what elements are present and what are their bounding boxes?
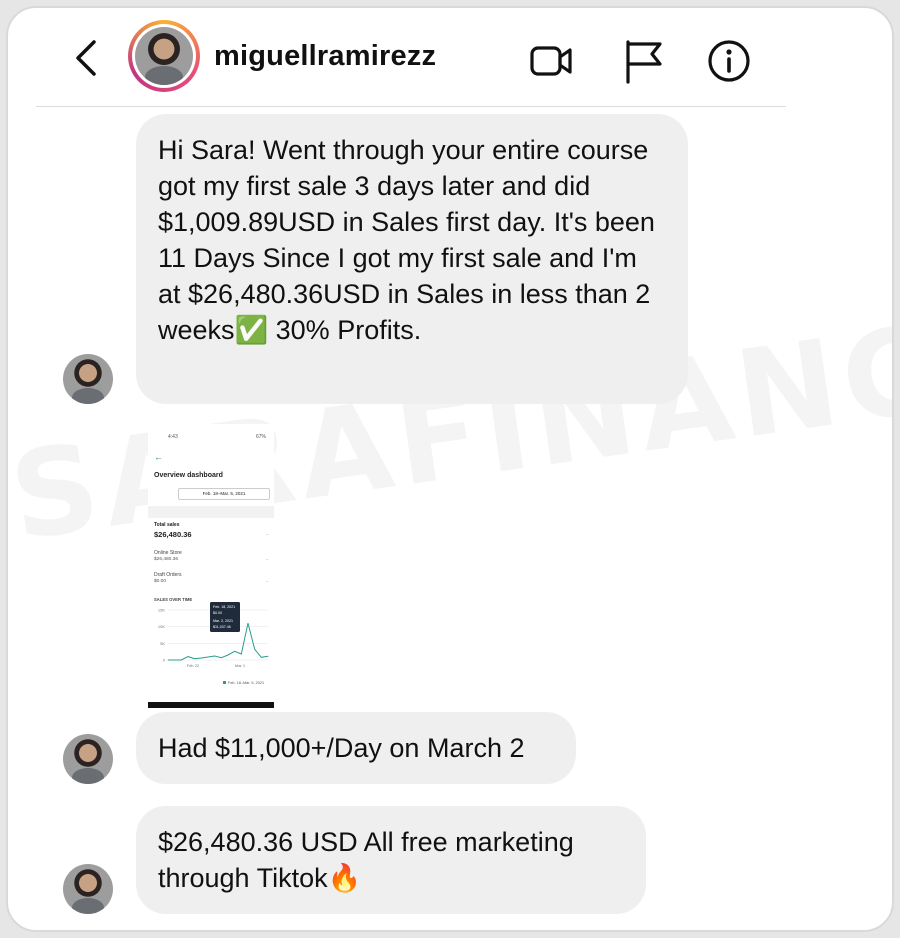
data-point: [214, 655, 216, 657]
data-point: [267, 655, 269, 657]
data-point: [200, 657, 202, 659]
x-tick-label: Feb 22: [187, 663, 200, 668]
draft-orders-label: Draft Orders: [154, 572, 182, 578]
online-store-value: $26,480.36: [154, 557, 179, 562]
data-point: [227, 654, 229, 656]
back-icon[interactable]: [70, 36, 104, 80]
back-arrow-icon: ←: [154, 452, 163, 462]
dashboard-title: Overview dashboard: [154, 472, 223, 479]
data-point: [174, 659, 176, 661]
data-point: [220, 657, 222, 659]
tooltip-date: Mar. 2, 2021: [213, 619, 233, 623]
sender-avatar: [63, 864, 113, 914]
data-point: [234, 650, 236, 652]
username[interactable]: miguellramirezz: [214, 40, 436, 73]
dash-mark: -: [266, 532, 268, 538]
total-sales-label: Total sales: [154, 522, 180, 528]
tooltip-date: Feb. 18, 2021: [213, 605, 235, 609]
y-tick-label: 10K: [158, 624, 165, 629]
data-point: [240, 653, 242, 655]
sales-line-chart: 0 5K 10K 15K Feb 22 Mar 1 Feb. 18, 2021 $0.00 Ma…: [158, 602, 269, 685]
data-point: [260, 656, 262, 658]
draft-orders-value: $0.00: [154, 579, 167, 584]
sender-avatar: [63, 734, 113, 784]
sender-avatar: [63, 354, 113, 404]
data-point: [194, 658, 196, 660]
status-battery: 67%: [255, 434, 266, 440]
data-point: [187, 656, 189, 658]
video-call-icon[interactable]: [528, 38, 574, 84]
data-point: [180, 659, 182, 661]
divider-band: [148, 506, 274, 518]
total-sales-value: $26,480.36: [154, 530, 192, 539]
legend-label: Feb. 18–Mar. 5, 2021: [228, 681, 264, 685]
status-time: 4:43: [168, 434, 178, 440]
message-bubble[interactable]: Hi Sara! Went through your entire course…: [136, 114, 688, 404]
flag-icon[interactable]: [622, 38, 668, 84]
chat-header: miguellramirezz: [8, 8, 892, 108]
dash-mark: -: [266, 557, 268, 563]
y-tick-label: 5K: [160, 641, 165, 646]
header-avatar[interactable]: [128, 20, 200, 92]
app-frame: SARAFINANCE miguellramirezz Hi Sara! Wen…: [6, 6, 894, 932]
data-point: [167, 659, 169, 661]
data-point: [207, 656, 209, 658]
tooltip-value: $0.00: [213, 611, 222, 615]
data-point: [247, 622, 249, 624]
tooltip-value: $11,037.46: [213, 625, 231, 629]
message-bubble[interactable]: $26,480.36 USD All free marketing throug…: [136, 806, 646, 914]
info-icon[interactable]: [706, 38, 752, 84]
profile-photo: [135, 27, 193, 85]
date-range: Feb. 18–Mar. 5, 2021: [178, 488, 270, 500]
header-divider: [36, 106, 786, 107]
x-tick-label: Mar 1: [235, 663, 246, 668]
phone-nav-bar: [148, 702, 274, 708]
y-tick-label: 0: [163, 658, 166, 663]
data-point: [254, 648, 256, 650]
y-tick-label: 15K: [158, 608, 165, 613]
message-bubble[interactable]: Had $11,000+/Day on March 2: [136, 712, 576, 784]
online-store-label: Online Store: [154, 550, 182, 556]
attached-screenshot[interactable]: 4:43 67% ← Overview dashboard Feb. 18–Ma…: [148, 424, 274, 708]
legend-swatch: [223, 681, 226, 684]
dash-mark: -: [266, 579, 268, 585]
